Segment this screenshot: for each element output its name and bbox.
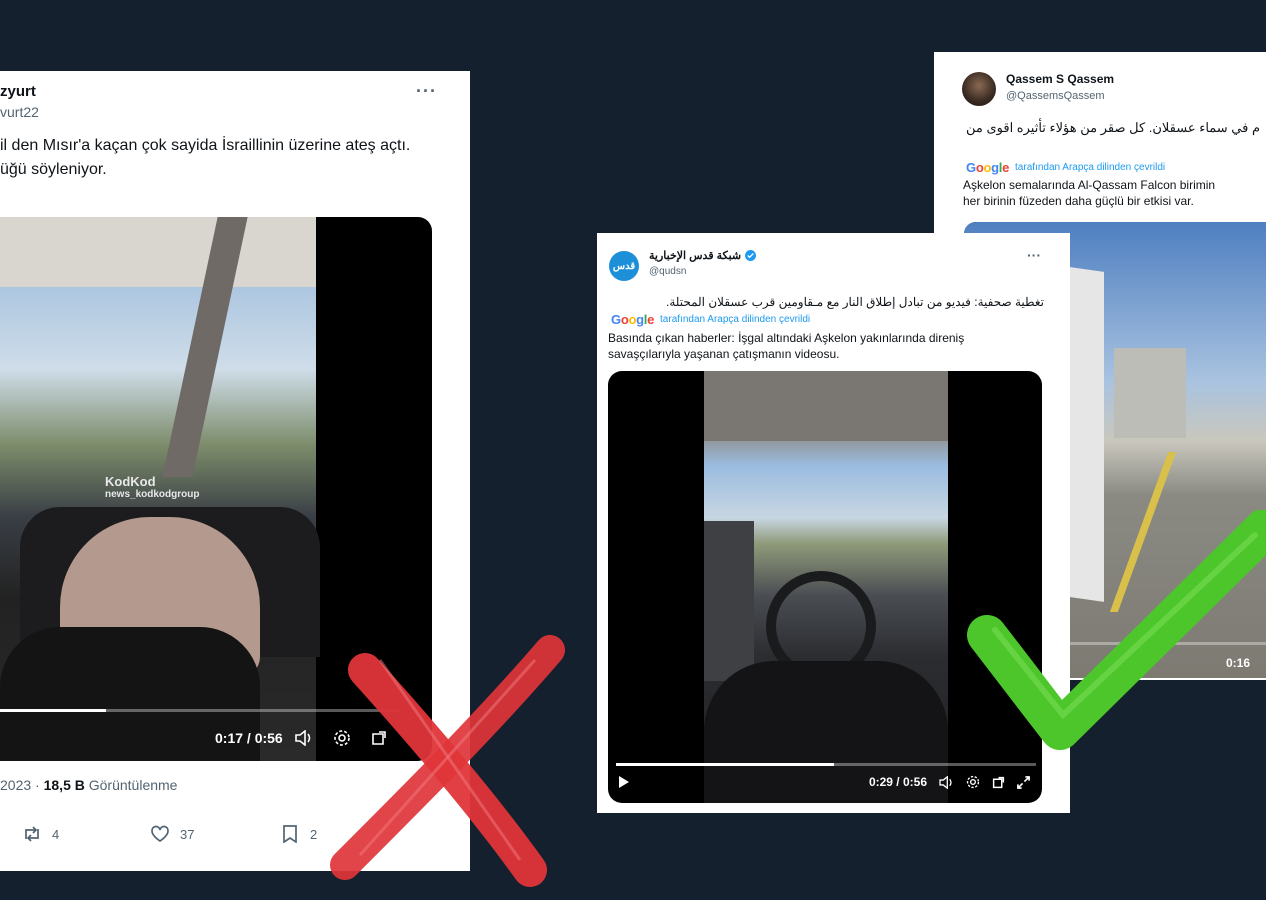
- video-frame-car-interior: [704, 371, 948, 803]
- video-time-display: 0:29 / 0:56: [868, 775, 927, 789]
- video-watermark: KodKod news_kodkodgroup: [105, 474, 200, 500]
- verified-check-icon: [965, 508, 1266, 760]
- google-logo: Google: [611, 312, 655, 327]
- tweet1-meta: 2023 · 18,5 B Görüntülenme: [0, 777, 178, 793]
- volume-icon[interactable]: [294, 730, 313, 746]
- retweet-button[interactable]: 4: [22, 825, 59, 843]
- tweet3-author-handle[interactable]: @QassemsQassem: [1006, 90, 1105, 102]
- volume-icon[interactable]: [939, 775, 954, 789]
- retweet-icon: [22, 825, 42, 843]
- tweet3-translation-line2: her birinin füzeden daha güçlü bir etkis…: [963, 194, 1194, 208]
- tweet2-author-handle[interactable]: @qudsn: [649, 266, 686, 277]
- tweet2-translation-line2: savaşçılarıyla yaşanan çatışmanın videos…: [608, 347, 840, 361]
- tweet2-translation-line1: Basında çıkan haberler: İşgal altındaki …: [608, 331, 965, 345]
- tweet2-author-name[interactable]: شبكة قدس الإخبارية: [649, 249, 757, 262]
- bookmark-button[interactable]: 2: [282, 825, 317, 843]
- tweet3-translation-line1: Aşkelon semalarında Al-Qassam Falcon bir…: [963, 178, 1216, 192]
- tweet2-arabic-text: تغطية صحفية: فيديو من تبادل إطلاق النار …: [665, 295, 1044, 309]
- tweet1-text-line2: üğü söyleniyor.: [0, 161, 107, 178]
- tweet3-author-name[interactable]: Qassem S Qassem: [1006, 72, 1114, 86]
- translation-attribution: Google tarafından Arapça dilinden çevril…: [966, 160, 1166, 175]
- fullscreen-icon[interactable]: [1017, 775, 1030, 789]
- translation-attribution: Google tarafından Arapça dilinden çevril…: [611, 312, 811, 327]
- play-icon[interactable]: [618, 775, 630, 789]
- tweet1-text-line1: il den Mısır'a kaçan çok sayida İsrailli…: [0, 137, 411, 154]
- tweet3-arabic-text: م في سماء عسقلان. كل صقر من هؤلاء تأثيره…: [966, 120, 1261, 135]
- avatar[interactable]: قدس: [609, 251, 639, 281]
- retweet-count: 4: [52, 826, 60, 842]
- heart-icon: [150, 825, 170, 843]
- video-time-display: 0:17 / 0:56: [215, 730, 283, 746]
- google-logo: Google: [966, 160, 1010, 175]
- picture-in-picture-icon[interactable]: [992, 776, 1005, 789]
- more-options-icon[interactable]: ···: [1027, 247, 1041, 263]
- like-button[interactable]: 37: [150, 825, 194, 843]
- video-progress-bar[interactable]: [616, 763, 1036, 766]
- bookmark-count: 2: [310, 826, 318, 842]
- settings-icon[interactable]: [966, 775, 980, 789]
- tweet1-author-handle[interactable]: vurt22: [0, 104, 39, 120]
- tweet1-author-name[interactable]: zyurt: [0, 83, 36, 100]
- false-cross-icon: [320, 630, 580, 890]
- avatar[interactable]: [962, 72, 996, 106]
- more-options-icon[interactable]: ···: [416, 81, 437, 102]
- like-count: 37: [180, 826, 195, 842]
- bookmark-icon: [282, 825, 298, 843]
- verified-badge-icon: [745, 250, 757, 261]
